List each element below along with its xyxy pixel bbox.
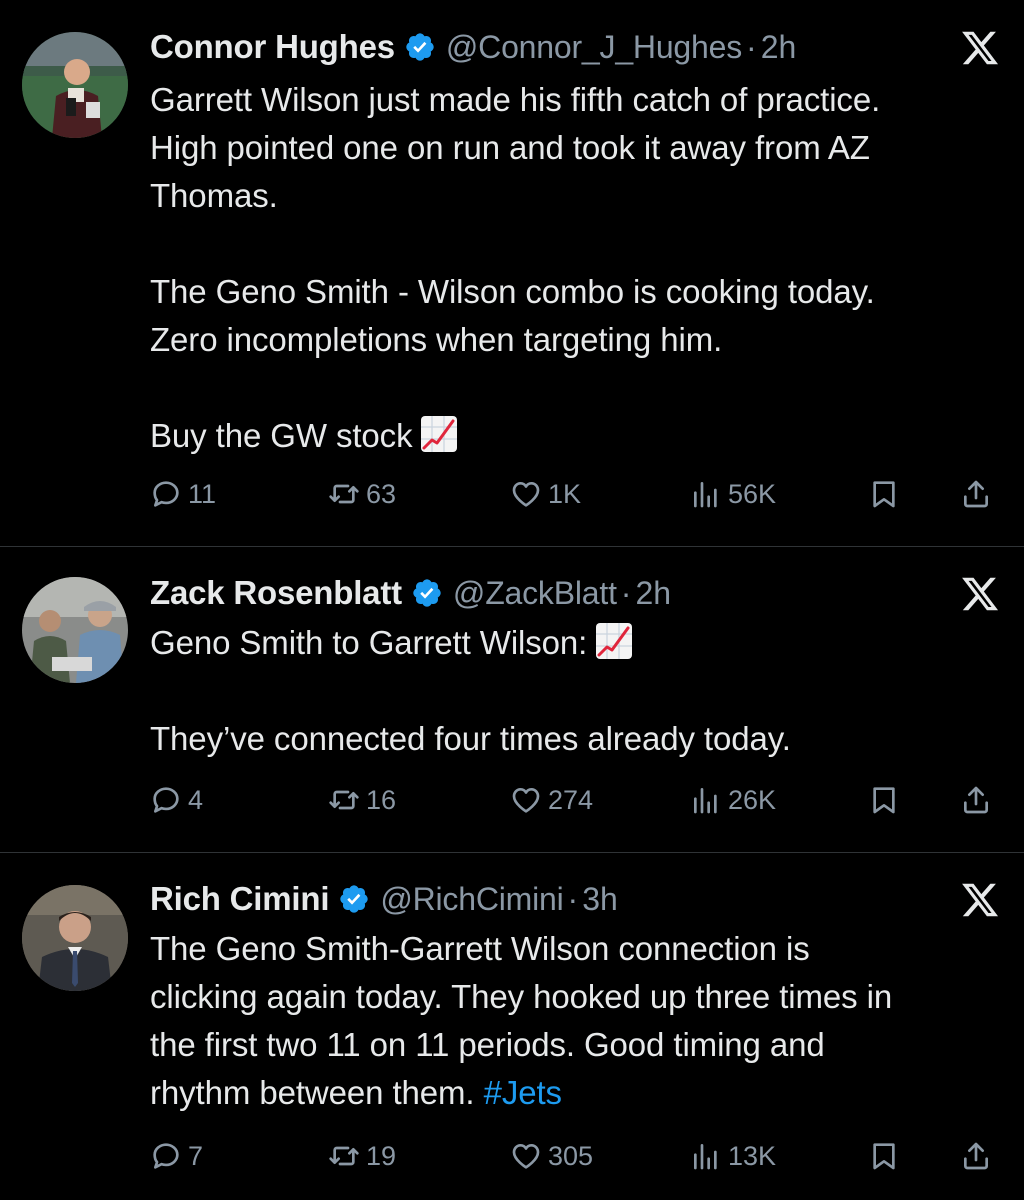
timestamp[interactable]: 2h: [761, 29, 797, 66]
heart-icon: [512, 482, 540, 507]
retweet-icon: [329, 1146, 359, 1166]
tweet-header: Connor Hughes @Connor_J_Hughes · 2h: [150, 26, 796, 68]
views-count: 56K: [728, 478, 777, 509]
timestamp[interactable]: 2h: [635, 575, 671, 612]
tweet-text: The Geno Smith-Garrett Wilson connection…: [150, 925, 1005, 1117]
text-line: Geno Smith to Garrett Wilson:: [150, 624, 588, 661]
x-logo-icon: [962, 577, 999, 611]
like-button[interactable]: 1K: [510, 474, 581, 514]
like-button[interactable]: 274: [510, 780, 593, 820]
separator-dot: ·: [746, 28, 757, 65]
text-line: rhythm between them.: [150, 1074, 475, 1111]
text-line: Garrett Wilson just made his fifth catch…: [150, 81, 881, 118]
tweet-actions: 4 16 274 26K: [150, 780, 1005, 820]
views-count: 13K: [728, 1140, 777, 1171]
retweet-button[interactable]: 63: [328, 474, 396, 514]
reply-button[interactable]: 11: [150, 474, 216, 514]
reply-icon: [153, 1143, 179, 1169]
verified-badge-icon: [406, 33, 434, 61]
text-line: the first two 11 on 11 periods. Good tim…: [150, 1026, 825, 1063]
bookmark-button[interactable]: [868, 1136, 900, 1176]
tweet-header: Zack Rosenblatt @ZackBlatt · 2h: [150, 572, 671, 614]
text-line: High pointed one on run and took it away…: [150, 129, 870, 166]
views-button[interactable]: 56K: [690, 474, 776, 514]
verified-badge-icon: [413, 579, 441, 607]
tweet-divider: [0, 852, 1024, 853]
author-name[interactable]: Zack Rosenblatt: [150, 574, 402, 612]
retweet-button[interactable]: 16: [328, 780, 396, 820]
views-count: 26K: [728, 784, 777, 815]
text-line: Thomas.: [150, 177, 278, 214]
avatar[interactable]: [22, 32, 128, 138]
tweet-header: Rich Cimini @RichCimini · 3h: [150, 878, 618, 920]
author-handle[interactable]: @RichCimini: [380, 881, 563, 918]
reply-count: 11: [188, 478, 217, 509]
like-count: 1K: [548, 478, 582, 509]
retweet-count: 19: [366, 1140, 397, 1171]
retweet-icon: [329, 484, 359, 504]
author-name[interactable]: Connor Hughes: [150, 28, 395, 66]
share-button[interactable]: [960, 1136, 992, 1176]
like-button[interactable]: 305: [510, 1136, 593, 1176]
share-icon: [964, 786, 988, 814]
reply-count: 4: [188, 784, 204, 815]
text-line: clicking again today. They hooked up thr…: [150, 978, 893, 1015]
bookmark-button[interactable]: [868, 474, 900, 514]
views-icon: [694, 788, 717, 814]
reply-icon: [153, 787, 179, 813]
chart-increasing-emoji: [421, 416, 458, 452]
tweet-actions: 7 19 305 13K: [150, 1136, 1005, 1176]
separator-dot: ·: [620, 574, 632, 611]
views-button[interactable]: 13K: [690, 1136, 776, 1176]
tweet-actions: 11 63 1K 56K: [150, 474, 1005, 514]
text-line: Zero incompletions when targeting him.: [150, 321, 723, 358]
reply-icon: [153, 481, 179, 507]
verified-badge-icon: [340, 885, 368, 913]
text-line: They’ve connected four times already tod…: [150, 720, 791, 757]
avatar[interactable]: [22, 577, 128, 683]
avatar[interactable]: [22, 885, 128, 991]
text-line: The Geno Smith - Wilson combo is cooking…: [150, 273, 875, 310]
retweet-count: 16: [366, 784, 397, 815]
tweet-text: Geno Smith to Garrett Wilson: They’ve con…: [150, 619, 1005, 763]
bookmark-button[interactable]: [868, 780, 900, 820]
separator-dot: ·: [567, 880, 579, 917]
reply-button[interactable]: 4: [150, 780, 203, 820]
bookmark-icon: [873, 1143, 895, 1170]
bookmark-icon: [873, 481, 895, 508]
retweet-count: 63: [366, 478, 397, 509]
heart-icon: [512, 1144, 540, 1169]
retweet-icon: [329, 790, 359, 810]
reply-button[interactable]: 7: [150, 1136, 203, 1176]
x-logo-icon: [962, 31, 999, 65]
views-icon: [694, 482, 717, 508]
tweet-divider: [0, 546, 1024, 547]
hashtag-link[interactable]: #Jets: [484, 1074, 562, 1111]
heart-icon: [512, 788, 540, 813]
bookmark-icon: [873, 787, 895, 814]
text-line: The Geno Smith-Garrett Wilson connection…: [150, 930, 810, 967]
timestamp[interactable]: 3h: [582, 881, 618, 918]
author-name[interactable]: Rich Cimini: [150, 880, 330, 918]
share-button[interactable]: [960, 474, 992, 514]
like-count: 305: [548, 1140, 594, 1171]
retweet-button[interactable]: 19: [328, 1136, 396, 1176]
text-line: Buy the GW stock: [150, 417, 413, 454]
author-handle[interactable]: @Connor_J_Hughes: [446, 29, 742, 66]
share-icon: [964, 1142, 988, 1170]
views-icon: [694, 1144, 717, 1170]
reply-count: 7: [188, 1140, 204, 1171]
views-button[interactable]: 26K: [690, 780, 776, 820]
like-count: 274: [548, 784, 594, 815]
author-handle[interactable]: @ZackBlatt: [453, 575, 617, 612]
tweet-text: Garrett Wilson just made his fifth catch…: [150, 76, 1005, 460]
x-logo-icon: [962, 883, 999, 917]
share-icon: [964, 480, 988, 508]
chart-increasing-emoji: [596, 623, 633, 659]
share-button[interactable]: [960, 780, 992, 820]
